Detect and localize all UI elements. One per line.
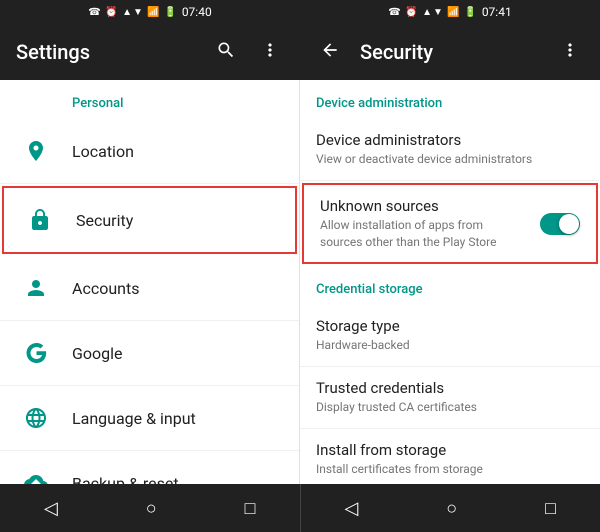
home-nav-icon-right[interactable]: ○ xyxy=(430,490,473,527)
credential-storage-label: Credential storage xyxy=(300,266,600,305)
security-item-install-storage[interactable]: Install from storage Install certificate… xyxy=(300,429,600,484)
storage-type-text: Storage type Hardware-backed xyxy=(316,317,584,354)
google-text: Google xyxy=(72,344,283,363)
google-icon xyxy=(16,333,56,373)
personal-section-label: Personal xyxy=(0,80,299,119)
left-time: 07:40 xyxy=(182,5,212,19)
storage-type-title: Storage type xyxy=(316,317,584,335)
trusted-credentials-text: Trusted credentials Display trusted CA c… xyxy=(316,379,584,416)
recents-nav-icon-right[interactable]: □ xyxy=(529,490,572,527)
left-status-icons: ☎ ⏰ ▲▼ 📶 🔋 xyxy=(88,7,178,18)
more-vert-icon-right[interactable] xyxy=(556,36,584,69)
recents-nav-icon-left[interactable]: □ xyxy=(229,490,272,527)
install-storage-text: Install from storage Install certificate… xyxy=(316,441,584,478)
settings-item-security[interactable]: Security xyxy=(2,186,297,254)
storage-type-subtitle: Hardware-backed xyxy=(316,337,584,354)
language-title: Language & input xyxy=(72,409,283,428)
settings-panel: Personal Location Security xyxy=(0,80,300,484)
language-text: Language & input xyxy=(72,409,283,428)
back-nav-icon-right[interactable]: ◁ xyxy=(328,490,374,527)
install-storage-subtitle: Install certificates from storage xyxy=(316,461,584,478)
home-nav-icon-left[interactable]: ○ xyxy=(130,490,173,527)
security-item-trusted-credentials[interactable]: Trusted credentials Display trusted CA c… xyxy=(300,367,600,429)
location-title: Location xyxy=(72,142,283,161)
lock-icon xyxy=(20,200,60,240)
settings-title: Settings xyxy=(16,40,196,64)
security-item-device-admins[interactable]: Device administrators View or deactivate… xyxy=(300,119,600,181)
search-icon[interactable] xyxy=(212,36,240,69)
status-bars: ☎ ⏰ ▲▼ 📶 🔋 07:40 ☎ ⏰ ▲▼ 📶 🔋 07:41 xyxy=(0,0,600,24)
device-admins-title: Device administrators xyxy=(316,131,584,149)
toolbar-settings: Settings xyxy=(0,24,300,80)
settings-item-accounts[interactable]: Accounts xyxy=(0,256,299,321)
more-vert-icon-left[interactable] xyxy=(256,36,284,69)
device-admin-label: Device administration xyxy=(300,80,600,119)
device-admins-subtitle: View or deactivate device administrators xyxy=(316,151,584,168)
status-bar-left: ☎ ⏰ ▲▼ 📶 🔋 07:40 xyxy=(0,0,300,24)
settings-item-language[interactable]: Language & input xyxy=(0,386,299,451)
right-time: 07:41 xyxy=(482,5,512,19)
location-icon xyxy=(16,131,56,171)
nav-bars: ◁ ○ □ ◁ ○ □ xyxy=(0,484,600,532)
accounts-text: Accounts xyxy=(72,279,283,298)
main-content: Personal Location Security xyxy=(0,80,600,484)
security-panel: Device administration Device administrat… xyxy=(300,80,600,484)
trusted-credentials-subtitle: Display trusted CA certificates xyxy=(316,399,584,416)
security-item-storage-type[interactable]: Storage type Hardware-backed xyxy=(300,305,600,367)
person-icon xyxy=(16,268,56,308)
back-nav-icon-left[interactable]: ◁ xyxy=(28,490,74,527)
unknown-sources-toggle[interactable] xyxy=(540,213,580,235)
unknown-sources-subtitle: Allow installation of apps from sources … xyxy=(320,217,528,251)
device-admins-text: Device administrators View or deactivate… xyxy=(316,131,584,168)
backup-icon xyxy=(16,463,56,484)
trusted-credentials-title: Trusted credentials xyxy=(316,379,584,397)
unknown-sources-text: Unknown sources Allow installation of ap… xyxy=(320,197,528,251)
security-item-title: Security xyxy=(76,211,279,230)
unknown-sources-title: Unknown sources xyxy=(320,197,528,215)
right-status-icons: ☎ ⏰ ▲▼ 📶 🔋 xyxy=(388,7,478,18)
toolbars: Settings Security xyxy=(0,24,600,80)
location-text: Location xyxy=(72,142,283,161)
install-storage-title: Install from storage xyxy=(316,441,584,459)
backup-text: Backup & reset xyxy=(72,474,283,485)
google-title: Google xyxy=(72,344,283,363)
settings-item-google[interactable]: Google xyxy=(0,321,299,386)
nav-bar-left: ◁ ○ □ xyxy=(0,484,300,532)
toolbar-security: Security xyxy=(300,24,600,80)
security-text: Security xyxy=(76,211,279,230)
security-item-unknown-sources[interactable]: Unknown sources Allow installation of ap… xyxy=(302,183,598,265)
language-icon xyxy=(16,398,56,438)
back-icon[interactable] xyxy=(316,36,344,69)
settings-item-backup[interactable]: Backup & reset xyxy=(0,451,299,484)
settings-item-location[interactable]: Location xyxy=(0,119,299,184)
security-title: Security xyxy=(360,40,548,64)
status-bar-right: ☎ ⏰ ▲▼ 📶 🔋 07:41 xyxy=(300,0,600,24)
accounts-title: Accounts xyxy=(72,279,283,298)
backup-title: Backup & reset xyxy=(72,474,283,485)
nav-bar-right: ◁ ○ □ xyxy=(301,484,600,532)
